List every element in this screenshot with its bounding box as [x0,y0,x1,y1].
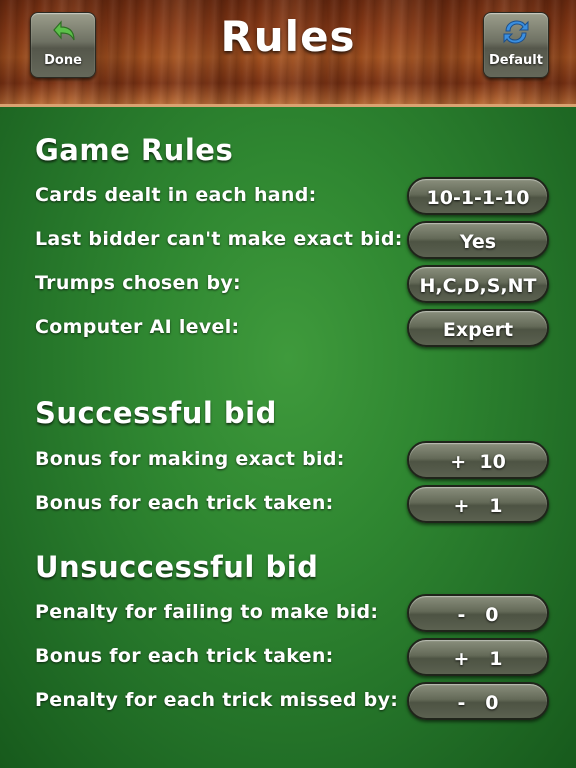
fail-penalty-label: Penalty for failing to make bid: [35,601,379,623]
ai-level-label: Computer AI level: [35,316,240,338]
missed-trick-penalty-label: Penalty for each trick missed by: [35,689,399,711]
default-button[interactable]: Default [483,12,549,78]
cards-dealt-button[interactable]: 10-1-1-10 [407,177,549,215]
exact-bid-bonus-label: Bonus for making exact bid: [35,448,345,470]
ai-level-button[interactable]: Expert [407,309,549,347]
missed-trick-penalty-button[interactable]: - 0 [407,682,549,720]
trick-bonus-label: Bonus for each trick taken: [35,492,334,514]
exact-bid-bonus-button[interactable]: + 10 [407,441,549,479]
cards-dealt-label: Cards dealt in each hand: [35,184,317,206]
refresh-icon [503,20,529,44]
trumps-chosen-label: Trumps chosen by: [35,272,241,294]
successful-bid-heading: Successful bid [35,396,277,430]
last-bidder-button[interactable]: Yes [407,221,549,259]
header-bar: Done Rules Default [0,0,576,107]
unsuccessful-trick-bonus-label: Bonus for each trick taken: [35,645,334,667]
unsuccessful-bid-heading: Unsuccessful bid [35,550,319,584]
rules-screen: Done Rules Default Game Rules Cards deal… [0,0,576,768]
last-bidder-label: Last bidder can't make exact bid: [35,228,403,250]
game-rules-heading: Game Rules [35,133,234,167]
unsuccessful-trick-bonus-button[interactable]: + 1 [407,638,549,676]
trick-bonus-button[interactable]: + 1 [407,485,549,523]
fail-penalty-button[interactable]: - 0 [407,594,549,632]
trumps-chosen-button[interactable]: H,C,D,S,NT [407,265,549,303]
default-label: Default [489,53,543,68]
